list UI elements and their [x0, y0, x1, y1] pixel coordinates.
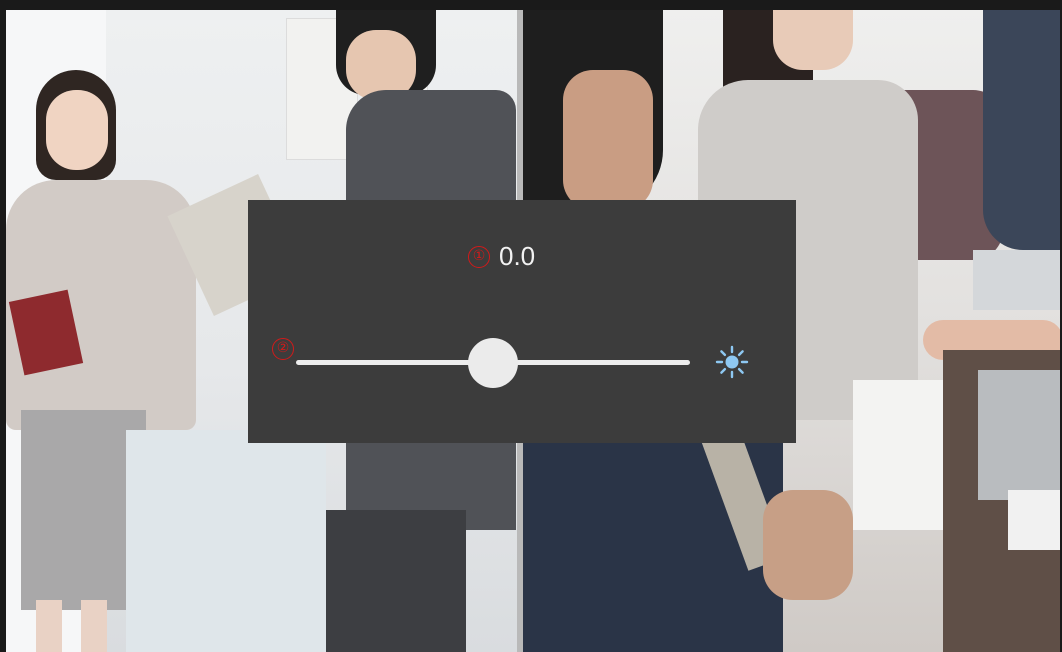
callout-badge-2: ② — [272, 338, 294, 360]
slider-thumb[interactable] — [468, 338, 518, 388]
brightness-panel: ① 0.0 ② — [248, 200, 796, 443]
brightness-slider[interactable] — [296, 338, 690, 388]
screen-frame: ① 0.0 ② — [0, 0, 1062, 652]
brightness-value: 0.0 — [499, 241, 536, 271]
callout-badge-1: ① — [468, 246, 490, 268]
sun-icon — [715, 345, 749, 379]
